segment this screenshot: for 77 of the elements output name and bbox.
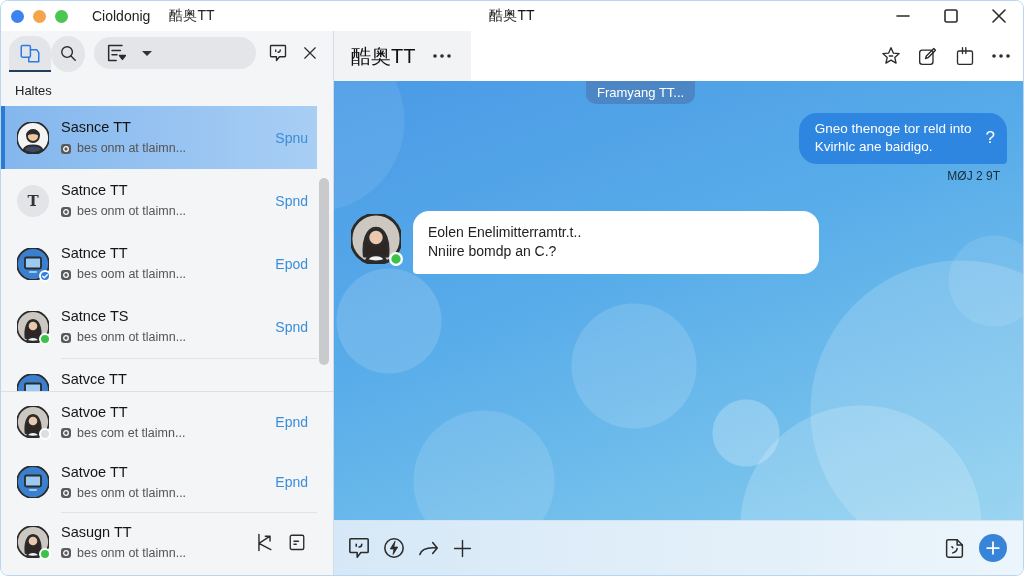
speech-bubble-icon[interactable] (269, 44, 287, 62)
contact-name: Satvce TT (61, 370, 127, 388)
message-preview: bes onm ot tlaimn... (77, 330, 187, 345)
speech-bubble-icon[interactable] (348, 537, 370, 559)
contact-name: Sasugn TT (61, 522, 132, 541)
person-avatar-icon (351, 214, 401, 264)
search-icon (59, 44, 77, 62)
conversation-item[interactable]: Satvoe TT bes onm ot tlaimn... Epnd (1, 452, 317, 512)
message-preview: bes onm at tlaimn... (77, 141, 187, 156)
note-icon[interactable] (288, 533, 306, 551)
message-time: MØJ 2 9T (947, 169, 1000, 183)
chat-banner: Framyang TT... (586, 81, 696, 104)
lightning-icon[interactable] (383, 537, 405, 559)
account-name: 酷奥TT (169, 7, 215, 25)
list-icon (107, 43, 127, 63)
status-label: Epnd (275, 414, 308, 430)
person-avatar-icon (17, 121, 49, 154)
star-icon[interactable] (881, 46, 901, 66)
record-icon (61, 206, 71, 217)
minimize-icon (896, 15, 910, 17)
message-text: Eolen Enelimitterramtr.t.. Nniire bomdp an C.? (428, 223, 583, 261)
section-label: Haltes (14, 82, 53, 100)
close-icon (992, 9, 1006, 23)
contact-name: Satvoe TT (61, 402, 128, 421)
conversation-item[interactable]: Satnce TS bes onm ot tlaimn... Spnd (1, 295, 317, 358)
caret-icon (142, 50, 152, 56)
more-icon[interactable] (992, 54, 1010, 58)
conversation-item[interactable]: Sasnce TT bes onm at tlaimn... Spnu (1, 106, 317, 169)
conversation-item[interactable]: Sasugn TT bes onm ot tlaimn... (1, 512, 317, 572)
search-tab[interactable] (51, 36, 85, 72)
contact-name: Satnce TS (61, 307, 129, 325)
monitor-avatar-icon (17, 466, 49, 498)
conversation-item[interactable]: Satvoe TT bes com et tlaimn... Epnd (1, 392, 317, 452)
status-label: Spnd (275, 318, 308, 335)
contact-name: Satnce TT (61, 181, 128, 199)
edit-icon[interactable] (918, 46, 938, 66)
more-icon[interactable] (433, 54, 452, 58)
contact-name: Sasnce TT (61, 118, 131, 136)
window-title: 酷奥TT (489, 7, 535, 25)
status-label: Spnd (275, 192, 308, 209)
window-control-button[interactable] (11, 9, 24, 23)
record-icon (61, 143, 71, 154)
branch-arrow-icon[interactable] (255, 532, 274, 552)
conversation-item[interactable]: T Satnce TT bes onm ot tlaimn... Spnd (1, 169, 317, 232)
conversation-item[interactable]: Satvce TT (1, 358, 317, 391)
calendar-icon[interactable] (955, 46, 975, 66)
record-icon (61, 428, 71, 438)
message-preview: bes onm ot tlaimn... (77, 485, 187, 501)
status-label: Spnu (275, 129, 308, 146)
windows-icon (20, 43, 40, 63)
app-name: Cioldonig (92, 8, 151, 24)
file-icon[interactable] (944, 537, 965, 559)
filter-dropdown[interactable] (94, 37, 256, 69)
message-preview: bes com et tlaimn... (77, 425, 186, 441)
close-icon[interactable] (303, 46, 317, 60)
record-icon (61, 269, 71, 280)
status-label: Epnd (275, 474, 308, 490)
contact-name: Satvoe TT (61, 462, 128, 481)
status-label: Epod (275, 255, 308, 272)
message-mark: ? (985, 128, 995, 148)
plus-icon[interactable] (453, 538, 472, 558)
chats-tab[interactable] (9, 36, 51, 72)
add-button[interactable] (979, 534, 1007, 562)
message-text: Gneo thenoge tor reld into Kvirhlc ane baidigo. (814, 120, 972, 156)
message-preview: bes oom at tlaimn... (77, 267, 187, 282)
record-icon (61, 488, 71, 498)
message-preview: bes onm ot tlaimn... (77, 204, 187, 219)
conversation-item[interactable]: Satnce TT bes oom at tlaimn... Epod (1, 232, 317, 295)
chat-title: 酷奥TT (351, 43, 416, 69)
contact-name: Satnce TT (61, 244, 128, 262)
scrollbar-thumb[interactable] (319, 178, 329, 365)
record-icon (61, 332, 71, 343)
record-icon (61, 548, 71, 558)
plus-icon (986, 541, 1000, 555)
letter-avatar: T (17, 184, 49, 217)
maximize-icon (944, 9, 958, 23)
message-preview: bes onm ot tlaimn... (77, 545, 187, 561)
